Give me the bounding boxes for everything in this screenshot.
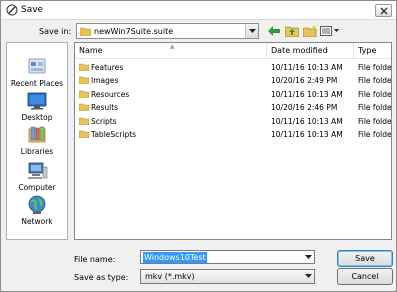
chevron-down-icon (248, 28, 256, 33)
network-icon (28, 195, 46, 214)
column-headers: Name ▲ Date modified Type (75, 43, 391, 59)
view-menu-button[interactable] (319, 24, 341, 38)
new-folder-icon (303, 25, 317, 37)
column-label: Type (358, 46, 377, 55)
file-name-dropdown-button[interactable] (302, 251, 314, 263)
file-name-input[interactable]: Windows10Test (140, 250, 315, 264)
place-label: Libraries (20, 147, 54, 156)
sort-ascending-icon: ▲ (170, 43, 175, 50)
folder-icon (79, 117, 89, 125)
save-as-type-label: Save as type: (74, 273, 129, 282)
file-name-value: Windows10Test (143, 252, 207, 263)
title-bar: Save (1, 1, 396, 20)
desktop-icon (27, 92, 47, 110)
save-in-combo[interactable]: newWin7Suite.suite (76, 23, 259, 39)
folder-icon (79, 63, 89, 71)
place-computer[interactable]: Computer (7, 161, 67, 192)
save-in-dropdown-button[interactable] (245, 24, 258, 38)
file-row[interactable]: Resources 10/11/16 10:13 AM File folder (75, 88, 391, 101)
places-bar: Recent Places Desktop Libraries Computer… (6, 42, 68, 240)
place-label: Computer (18, 183, 56, 192)
libraries-icon (28, 126, 46, 143)
column-header-type[interactable]: Type (354, 43, 391, 59)
save-in-value: newWin7Suite.suite (94, 27, 174, 36)
file-type: File folder (358, 130, 392, 139)
save-as-type-value: mkv (*.mkv) (145, 272, 195, 281)
file-name: Resources (91, 90, 130, 99)
folder-icon (79, 130, 89, 138)
folder-icon (79, 103, 89, 111)
folder-icon (80, 27, 91, 36)
file-type: File folder (358, 63, 392, 72)
place-desktop[interactable]: Desktop (7, 91, 67, 122)
file-name: Features (91, 63, 124, 72)
file-type: File folder (358, 117, 392, 126)
up-folder-button[interactable] (284, 24, 300, 38)
place-label: Desktop (21, 113, 53, 122)
file-row[interactable]: Features 10/11/16 10:13 AM File folder (75, 61, 391, 74)
file-name: TableScripts (91, 130, 137, 139)
place-libraries[interactable]: Libraries (7, 125, 67, 156)
column-label: Name (79, 46, 103, 55)
file-row[interactable]: Scripts 10/11/16 10:13 AM File folder (75, 115, 391, 128)
back-arrow-icon (268, 26, 280, 36)
back-button[interactable] (266, 24, 282, 38)
view-menu-icon (320, 26, 339, 36)
save-in-label: Save in: (39, 27, 72, 36)
save-as-type-dropdown-button[interactable] (302, 270, 314, 283)
close-button[interactable] (375, 4, 392, 17)
file-row[interactable]: TableScripts 10/11/16 10:13 AM File fold… (75, 128, 391, 141)
file-type: File folder (358, 103, 392, 112)
file-type: File folder (358, 76, 392, 85)
place-label: Recent Places (10, 79, 64, 88)
file-date: 10/11/16 10:13 AM (271, 117, 343, 126)
save-button[interactable]: Save (337, 250, 393, 267)
file-row[interactable]: Images 10/20/16 2:49 PM File folder (75, 74, 391, 87)
folder-icon (79, 76, 89, 84)
file-date: 10/11/16 10:13 AM (271, 90, 343, 99)
column-label: Date modified (271, 46, 328, 55)
file-name-label: File name: (74, 255, 116, 264)
place-recent-places[interactable]: Recent Places (7, 57, 67, 88)
recent-places-icon (28, 58, 46, 74)
file-date: 10/11/16 10:13 AM (271, 130, 343, 139)
file-type: File folder (358, 90, 392, 99)
file-date: 10/11/16 10:13 AM (271, 63, 343, 72)
file-list[interactable]: Name ▲ Date modified Type Features 10/11… (74, 42, 392, 240)
save-dialog: Save Save in: newWin7Suite.suite Recent … (0, 0, 397, 292)
file-date: 10/20/16 2:49 PM (271, 76, 338, 85)
folder-icon (79, 90, 89, 98)
file-name: Scripts (91, 117, 117, 126)
column-header-date[interactable]: Date modified (267, 43, 354, 59)
place-label: Network (21, 217, 53, 226)
computer-icon (28, 162, 48, 179)
close-icon (380, 7, 387, 14)
cancel-button[interactable]: Cancel (337, 268, 393, 285)
file-name: Results (91, 103, 119, 112)
chevron-down-icon (304, 274, 312, 278)
up-folder-icon (285, 26, 299, 37)
window-title: Save (21, 5, 44, 15)
place-network[interactable]: Network (7, 195, 67, 226)
chevron-down-icon (304, 254, 312, 259)
file-name: Images (91, 76, 119, 85)
file-row[interactable]: Results 10/20/16 2:46 PM File folder (75, 101, 391, 114)
app-icon (6, 4, 18, 16)
file-date: 10/20/16 2:46 PM (271, 103, 338, 112)
save-as-type-select[interactable]: mkv (*.mkv) (140, 269, 315, 284)
new-folder-button[interactable] (302, 24, 318, 38)
